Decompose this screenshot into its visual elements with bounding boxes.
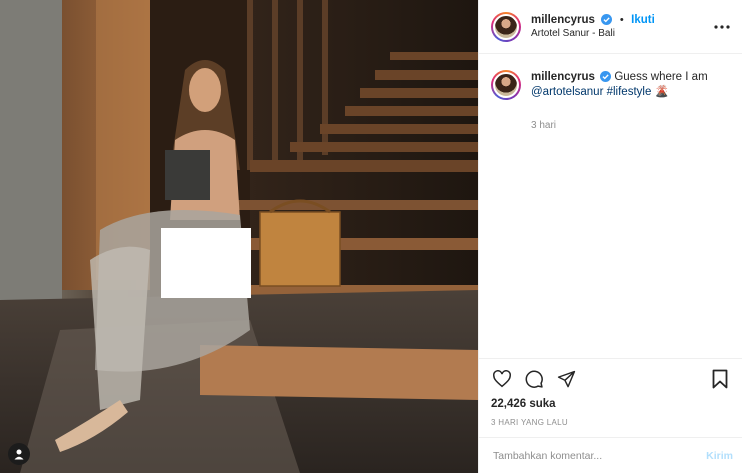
comment-icon [525,370,543,388]
bookmark-icon [712,369,728,389]
caption-hashtag[interactable]: #lifestyle [607,86,652,98]
likes-count[interactable]: 22,426 suka [491,398,731,410]
photo-illustration [0,0,478,473]
send-button[interactable]: Kirim [706,450,733,462]
header-text: millencyrus • Ikuti Artotel Sanur - Bali [531,12,712,41]
username-link[interactable]: millencyrus [531,14,595,26]
more-options-button[interactable] [712,17,732,37]
share-button[interactable] [555,368,577,390]
post-header: millencyrus • Ikuti Artotel Sanur - Bali [479,0,742,54]
action-bar: 22,426 suka 3 HARI YANG LALU [479,358,742,427]
user-tag-button[interactable] [8,443,30,465]
location-link[interactable]: Artotel Sanur - Bali [531,27,712,41]
comment-button[interactable] [523,368,545,390]
caption-emoji: 🌋 [654,86,669,98]
caption-username[interactable]: millencyrus [531,71,595,83]
comment-input[interactable] [491,448,707,463]
post-timestamp[interactable]: 3 HARI YANG LALU [491,418,731,427]
verified-icon [601,14,613,25]
save-button[interactable] [709,368,731,390]
share-icon [557,370,575,387]
caption-body: millencyrus Guess where I am @artotelsan… [531,70,708,133]
post-sidebar: millencyrus • Ikuti Artotel Sanur - Bali [478,0,742,473]
avatar[interactable] [491,11,521,42]
action-icons [491,367,731,391]
comment-composer: Kirim [479,437,742,473]
heart-icon [493,370,511,388]
caption-comment: millencyrus Guess where I am @artotelsan… [479,54,742,133]
caption-avatar-image [493,72,519,98]
caption-text: Guess where I am [614,71,708,83]
follow-button[interactable]: Ikuti [631,14,655,26]
separator-dot: • [619,14,624,26]
post-photo[interactable] [0,0,478,473]
comment-timestamp: 3 hari [531,120,557,131]
instagram-post: millencyrus • Ikuti Artotel Sanur - Bali [0,0,742,473]
more-options-icon [714,24,730,29]
verified-icon [600,71,612,82]
caption-avatar[interactable] [491,70,521,100]
like-button[interactable] [491,368,513,390]
avatar-image [493,13,519,40]
user-tag-icon [14,449,24,460]
caption-mention[interactable]: @artotelsanur [531,86,603,98]
